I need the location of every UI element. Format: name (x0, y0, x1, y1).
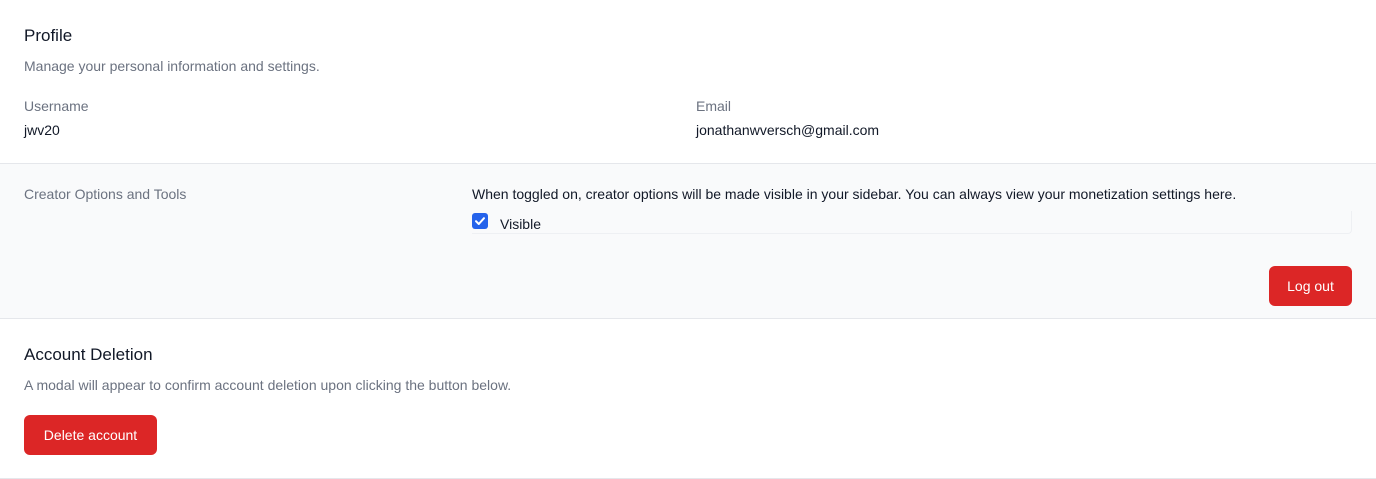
email-value: jonathanwversch@gmail.com (696, 122, 880, 138)
settings-card: Profile Manage your personal information… (0, 0, 1376, 479)
creator-options-description: When toggled on, creator options will be… (472, 186, 1237, 202)
creator-visible-checkbox[interactable] (472, 213, 488, 229)
creator-options-section: Creator Options and Tools When toggled o… (0, 164, 1376, 319)
logout-button[interactable]: Log out (1269, 266, 1352, 306)
email-label: Email (696, 98, 732, 114)
account-deletion-title: Account Deletion (24, 345, 153, 364)
account-deletion-section: Account Deletion A modal will appear to … (0, 319, 1376, 479)
creator-visible-label[interactable]: Visible (500, 216, 541, 232)
username-value: jwv20 (24, 122, 60, 138)
username-label: Username (24, 98, 89, 114)
checkmark-icon (475, 217, 485, 225)
creator-visible-toggle-row: Visible (472, 211, 1352, 234)
profile-subtitle: Manage your personal information and set… (24, 58, 320, 74)
profile-title: Profile (24, 26, 73, 45)
delete-account-button[interactable]: Delete account (24, 415, 157, 455)
creator-options-label: Creator Options and Tools (24, 186, 187, 202)
profile-section: Profile Manage your personal information… (0, 0, 1376, 164)
account-deletion-subtitle: A modal will appear to confirm account d… (24, 377, 512, 393)
